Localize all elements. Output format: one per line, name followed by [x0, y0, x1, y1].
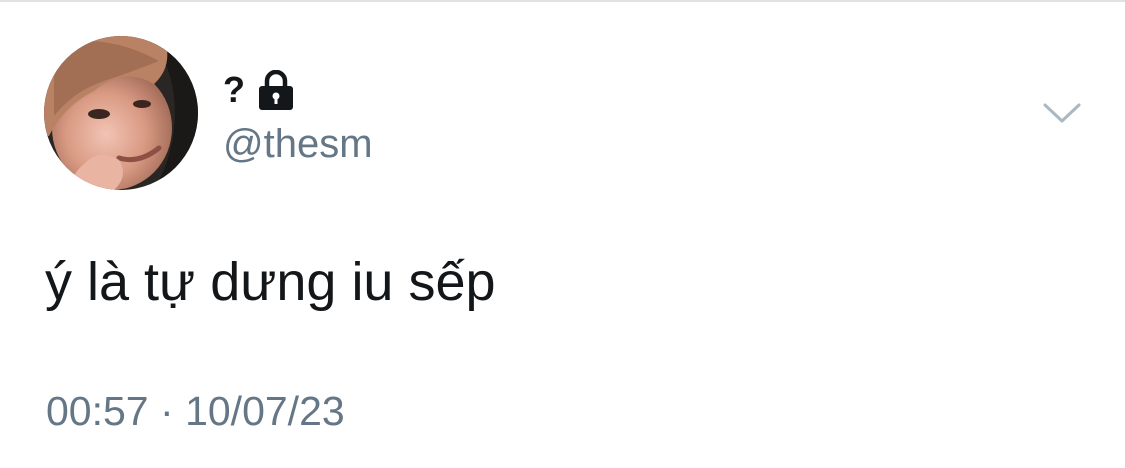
tweet-text: ý là tự dưng iu sếp — [45, 252, 496, 312]
user-handle[interactable]: @thesm — [223, 120, 373, 168]
avatar-image — [44, 36, 198, 190]
display-name[interactable]: ? — [223, 72, 245, 108]
display-name-row: ? — [223, 70, 295, 110]
tweet-time: 00:57 — [46, 388, 149, 434]
avatar[interactable] — [44, 36, 198, 190]
tweet-card: ? @thesm ý là tự dưng iu sếp 00:57 · 10/… — [0, 0, 1125, 468]
tweet-date: 10/07/23 — [185, 388, 345, 434]
tweet-timestamp[interactable]: 00:57 · 10/07/23 — [46, 387, 345, 436]
lock-icon — [259, 70, 293, 110]
tweet-menu-button[interactable] — [1040, 98, 1084, 128]
timestamp-separator: · — [160, 388, 174, 434]
chevron-down-icon — [1043, 103, 1081, 123]
